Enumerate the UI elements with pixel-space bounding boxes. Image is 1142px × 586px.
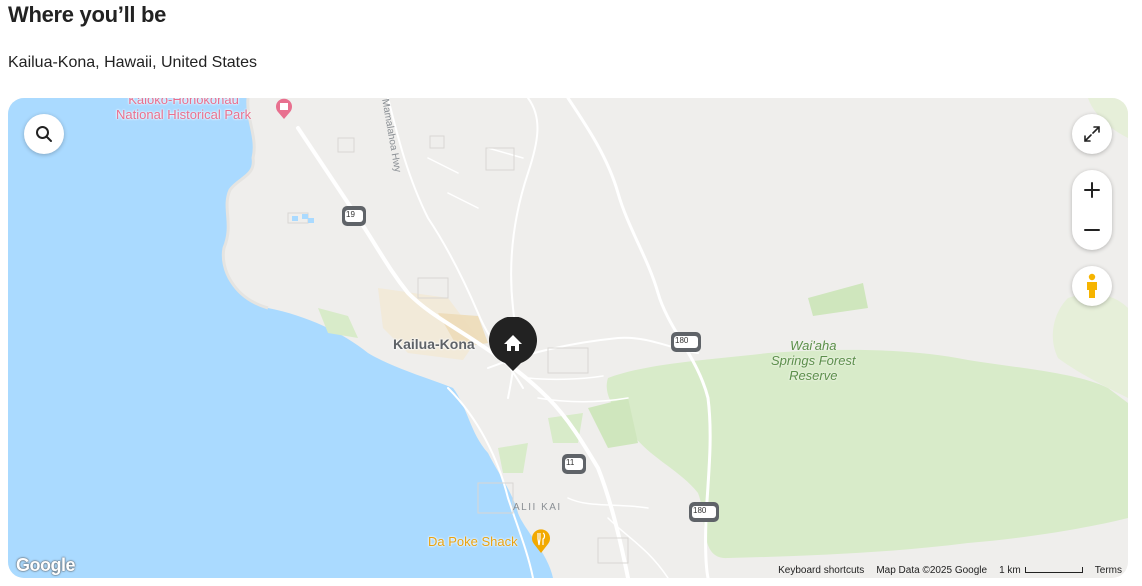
forest-label-line3: Reserve [789, 368, 838, 383]
plus-icon [1084, 182, 1100, 198]
park-label-line1: Kaloko-Honokohau [128, 98, 239, 107]
section-title: Where you’ll be [8, 2, 167, 27]
area-label: ALII KAI [513, 502, 562, 513]
forest-label-line1: Wai'aha [790, 338, 837, 353]
expand-icon [1084, 126, 1100, 142]
park-label[interactable]: Kaloko-Honokohau National Historical Par… [116, 98, 251, 122]
map-base[interactable] [8, 98, 1128, 578]
route-shield-19: 19 [342, 206, 366, 226]
route-shield-180-lower: 180 [689, 502, 719, 522]
zoom-control [1072, 170, 1112, 250]
map-container[interactable]: Kaloko-Honokohau National Historical Par… [8, 98, 1128, 578]
map-footer: Keyboard shortcuts Map Data ©2025 Google… [778, 562, 1128, 578]
restaurant-label[interactable]: Da Poke Shack [428, 534, 518, 549]
restaurant-poi-icon[interactable] [530, 528, 552, 559]
route-shield-19-label: 19 [345, 210, 363, 222]
route-shield-11: 11 [562, 454, 586, 474]
search-icon [36, 126, 52, 142]
google-logo: Google [16, 555, 76, 575]
listing-location-marker[interactable] [488, 316, 538, 378]
zoom-in-button[interactable] [1072, 170, 1112, 210]
route-shield-180-upper: 180 [671, 332, 701, 352]
keyboard-shortcuts-link[interactable]: Keyboard shortcuts [778, 565, 864, 576]
route-shield-180-lower-label: 180 [692, 506, 716, 518]
minus-icon [1084, 229, 1100, 231]
scale-bar [1024, 566, 1083, 573]
location-subtitle: Kailua-Kona, Hawaii, United States [8, 54, 258, 71]
route-shield-180-upper-label: 180 [674, 336, 698, 348]
park-label-line2: National Historical Park [116, 107, 252, 122]
route-shield-11-label: 11 [565, 458, 583, 470]
fullscreen-button[interactable] [1072, 114, 1112, 154]
pegman-icon [1087, 273, 1097, 298]
street-view-button[interactable] [1072, 266, 1112, 306]
scale-label: 1 km [999, 564, 1021, 576]
forest-label-line2: Springs Forest [771, 353, 856, 368]
forest-reserve [606, 349, 1128, 559]
zoom-out-button[interactable] [1072, 210, 1112, 250]
map-data-attribution: Map Data ©2025 Google [876, 564, 988, 576]
terms-link[interactable]: Terms [1095, 565, 1122, 576]
forest-reserve-label: Wai'aha Springs Forest Reserve [771, 338, 856, 383]
park-poi-icon[interactable] [274, 98, 294, 125]
scale-indicator[interactable]: 1 km [999, 565, 1083, 576]
map-search-button[interactable] [24, 114, 64, 154]
town-label: Kailua-Kona [393, 336, 475, 352]
